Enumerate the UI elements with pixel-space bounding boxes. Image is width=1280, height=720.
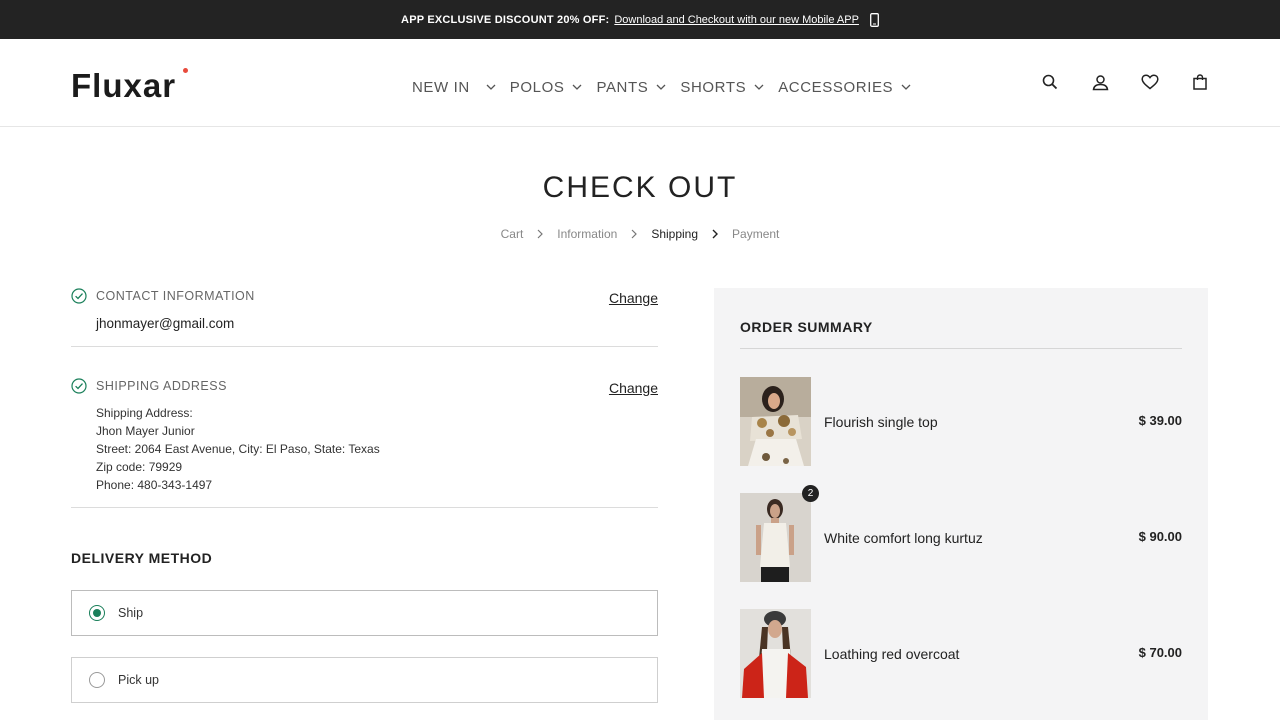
nav-item-shorts[interactable]: SHORTS [680,79,764,96]
contact-header: CONTACT INFORMATION [71,288,658,304]
item-price: $ 90.00 [1138,529,1182,544]
order-summary: ORDER SUMMARY Flourish single top $ 39.0… [714,288,1208,720]
option-label: Ship [118,606,144,620]
chevron-down-icon [486,84,496,90]
account-icon[interactable] [1090,72,1110,92]
nav-label: NEW IN [412,78,470,96]
contact-section: CONTACT INFORMATION Change jhonmayer@gma… [71,288,658,347]
main-nav: NEW IN POLOS PANTS SHORTS ACCESSORIES [412,39,925,135]
wishlist-icon[interactable] [1140,72,1160,92]
product-image-flourish-top [740,377,811,466]
item-name[interactable]: Loathing red overcoat [824,646,959,662]
order-summary-title: ORDER SUMMARY [740,319,873,335]
item-price: $ 70.00 [1138,645,1182,660]
delivery-title: DELIVERY METHOD [71,550,213,566]
chevron-right-icon [537,229,544,239]
address-line: Phone: 480-343-1497 [96,478,213,492]
address-line: Shipping Address: [96,406,193,420]
shipping-title: SHIPPING ADDRESS [96,379,227,393]
change-contact-link[interactable]: Change [609,290,658,306]
quantity-badge: 2 [802,485,819,502]
chevron-right-icon [712,229,719,239]
promo-bar: APP EXCLUSIVE DISCOUNT 20% OFF: Download… [0,0,1280,39]
nav-item-accessories[interactable]: ACCESSORIES [778,79,911,96]
chevron-right-icon [631,229,638,239]
chevron-down-icon [754,84,764,90]
item-price: $ 39.00 [1138,413,1182,428]
nav-item-polos[interactable]: POLOS [510,79,583,96]
divider [740,348,1182,349]
contact-email: jhonmayer@gmail.com [96,316,235,331]
bag-icon[interactable] [1190,72,1210,92]
header-actions [1040,72,1210,92]
shipping-address: Shipping Address: Jhon Mayer Junior Stre… [96,404,658,494]
summary-item: Loathing red overcoat $ 70.00 [740,609,1182,698]
address-line: Zip code: 79929 [96,460,183,474]
change-shipping-link[interactable]: Change [609,380,658,396]
brand-logo[interactable]: Fluxar [71,67,176,105]
delivery-option-ship[interactable]: Ship [71,590,658,636]
contact-title: CONTACT INFORMATION [96,289,255,303]
item-name[interactable]: Flourish single top [824,414,938,430]
checkout-form: CONTACT INFORMATION Change jhonmayer@gma… [71,288,658,703]
product-image-white-kurtuz [740,493,811,582]
promo-label: APP EXCLUSIVE DISCOUNT 20% OFF: [401,13,610,26]
logo-dot [183,68,188,73]
summary-item: Flourish single top $ 39.00 [740,377,1182,466]
address-line: Jhon Mayer Junior [96,424,195,438]
item-name[interactable]: White comfort long kurtuz [824,530,983,546]
nav-label: POLOS [509,78,565,96]
nav-item-new-in[interactable]: NEW IN [412,79,496,96]
nav-label: SHORTS [680,78,747,96]
phone-icon [870,12,879,27]
nav-label: ACCESSORIES [778,78,894,96]
breadcrumb-payment[interactable]: Payment [732,227,779,241]
breadcrumb: Cart Information Shipping Payment [0,227,1280,241]
shipping-section: SHIPPING ADDRESS Change Shipping Address… [71,378,658,508]
nav-item-pants[interactable]: PANTS [596,79,666,96]
promo-link[interactable]: Download and Checkout with our new Mobil… [614,14,859,26]
option-label: Pick up [118,673,159,687]
check-circle-icon [71,288,87,304]
chevron-down-icon [572,84,582,90]
summary-item: 2 White comfort long kurtuz $ 90.00 [740,485,1182,582]
search-icon[interactable] [1040,72,1060,92]
radio-unselected[interactable] [89,672,105,688]
page-title: CHECK OUT [542,171,738,204]
breadcrumb-shipping: Shipping [651,227,699,241]
nav-label: PANTS [596,78,649,96]
breadcrumb-cart[interactable]: Cart [501,227,524,241]
check-circle-icon [71,378,87,394]
delivery-option-pickup[interactable]: Pick up [71,657,658,703]
radio-selected[interactable] [89,605,105,621]
chevron-down-icon [901,84,911,90]
address-line: Street: 2064 East Avenue, City: El Paso,… [96,442,380,456]
breadcrumb-information[interactable]: Information [557,227,617,241]
product-image-red-overcoat [740,609,811,698]
chevron-down-icon [656,84,666,90]
shipping-header: SHIPPING ADDRESS [71,378,658,394]
